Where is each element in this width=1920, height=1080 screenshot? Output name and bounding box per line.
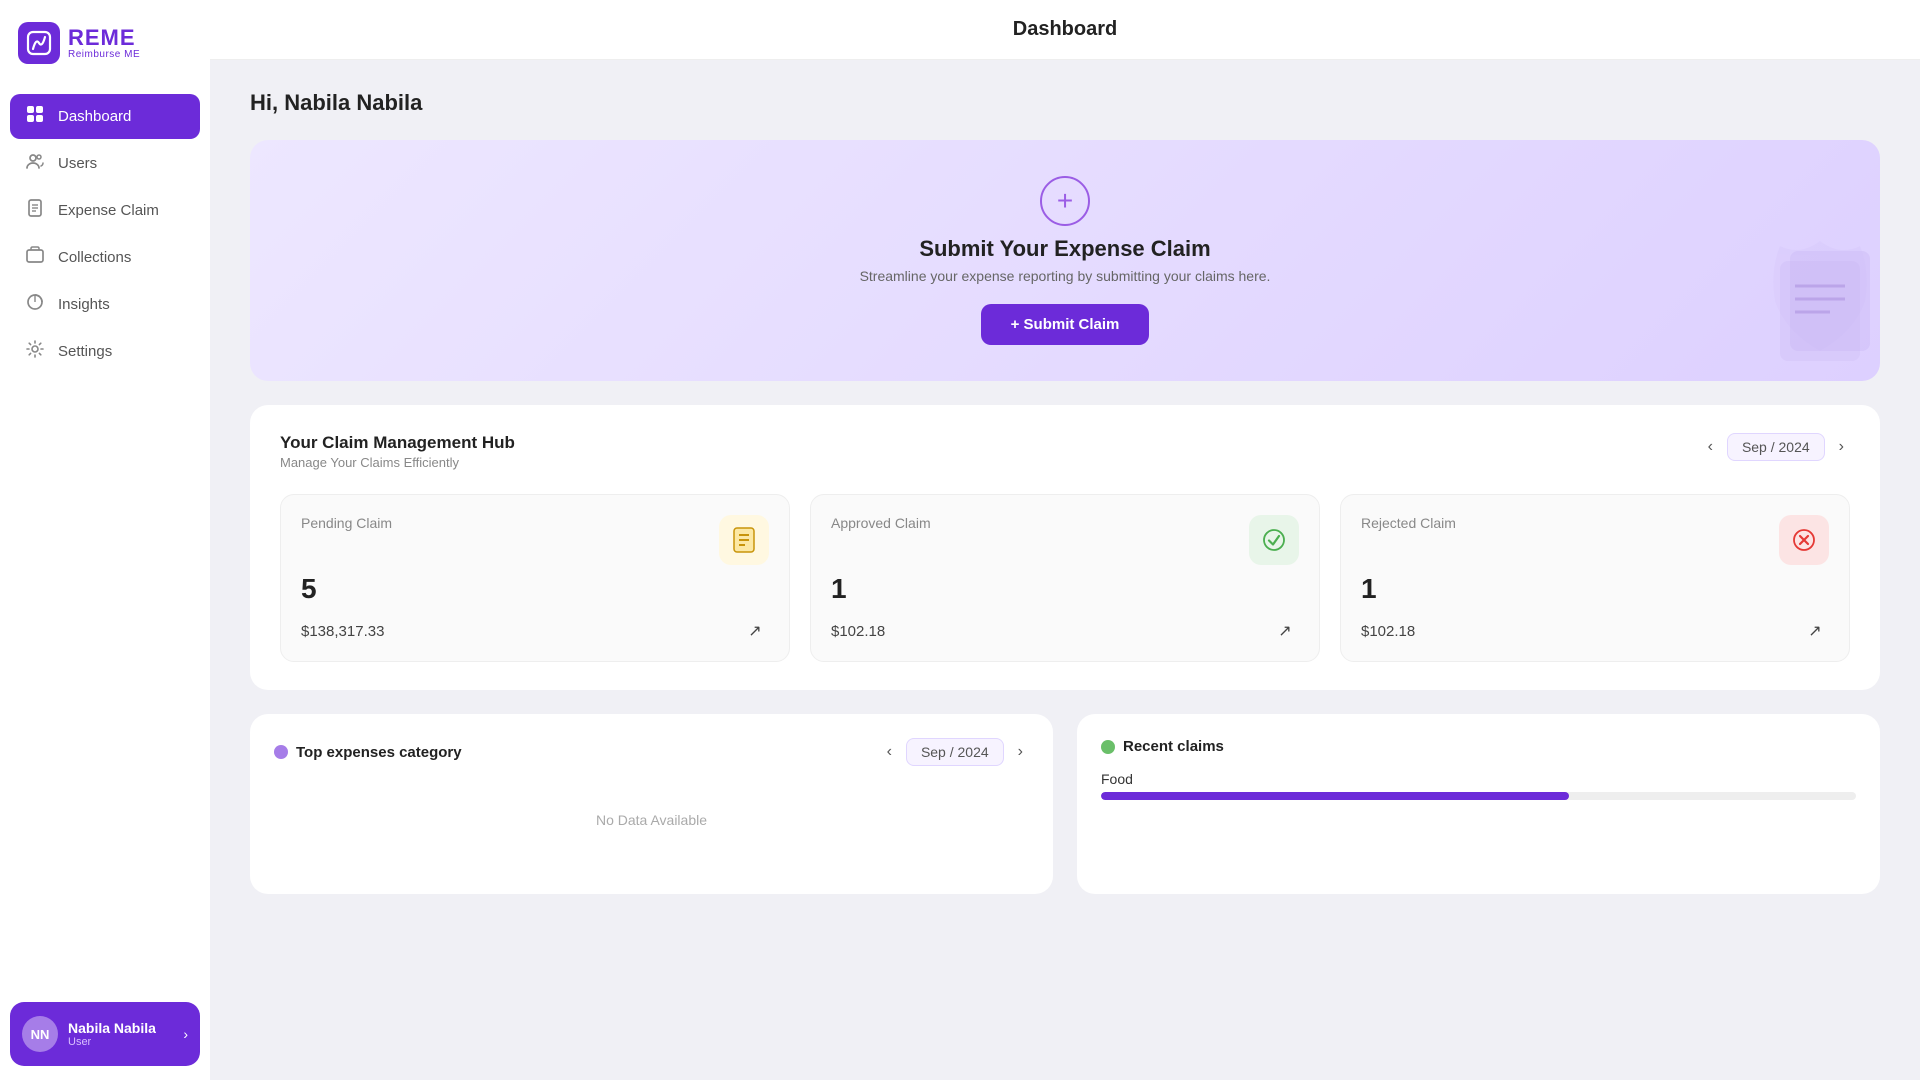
- expenses-prev-month-button[interactable]: ‹: [881, 739, 898, 765]
- pending-arrow-icon[interactable]: ↗: [741, 617, 769, 645]
- claim-hub-header: Your Claim Management Hub Manage Your Cl…: [280, 433, 1850, 470]
- top-expenses-card: Top expenses category ‹ Sep / 2024 › No …: [250, 714, 1053, 894]
- sidebar-item-collections[interactable]: Collections: [10, 235, 200, 280]
- approved-count: 1: [831, 573, 1299, 605]
- sidebar-item-users[interactable]: Users: [10, 141, 200, 186]
- recent-dot-icon: [1101, 740, 1115, 754]
- dashboard-icon: [24, 105, 46, 128]
- rejected-amount: $102.18: [1361, 623, 1415, 640]
- submit-claim-button[interactable]: + Submit Claim: [981, 304, 1150, 345]
- recent-claims-card: Recent claims Food: [1077, 714, 1880, 894]
- sidebar-label-users: Users: [58, 155, 97, 172]
- rejected-claim-card: Rejected Claim 1 $102.18 ↗: [1340, 494, 1850, 662]
- greeting: Hi, Nabila Nabila: [250, 90, 1880, 116]
- submit-claim-banner: + Submit Your Expense Claim Streamline y…: [250, 140, 1880, 381]
- banner-subtitle: Streamline your expense reporting by sub…: [860, 268, 1271, 284]
- sidebar-footer: NN Nabila Nabila User ›: [0, 988, 210, 1080]
- expenses-card-header: Top expenses category ‹ Sep / 2024 ›: [274, 738, 1029, 766]
- pending-claim-card: Pending Claim 5: [280, 494, 790, 662]
- rejected-label: Rejected Claim: [1361, 515, 1456, 531]
- sidebar-item-settings[interactable]: Settings: [10, 329, 200, 374]
- expenses-month-nav: ‹ Sep / 2024 ›: [881, 738, 1029, 766]
- expenses-title-row: Top expenses category: [274, 744, 462, 761]
- recent-bar-track: [1101, 792, 1856, 800]
- expenses-month-label: Sep / 2024: [906, 738, 1004, 766]
- pending-label: Pending Claim: [301, 515, 392, 531]
- pending-count: 5: [301, 573, 769, 605]
- sidebar-label-settings: Settings: [58, 343, 112, 360]
- banner-title: Submit Your Expense Claim: [919, 236, 1210, 262]
- month-label: Sep / 2024: [1727, 433, 1825, 461]
- bottom-row: Top expenses category ‹ Sep / 2024 › No …: [250, 714, 1880, 894]
- claim-hub-subtitle: Manage Your Claims Efficiently: [280, 455, 515, 470]
- logo-icon: [18, 22, 60, 64]
- rejected-arrow-icon[interactable]: ↗: [1801, 617, 1829, 645]
- user-expand-icon: ›: [183, 1026, 188, 1042]
- sidebar-item-expense-claim[interactable]: Expense Claim: [10, 188, 200, 233]
- pending-icon: [719, 515, 769, 565]
- approved-claim-card: Approved Claim 1 $102.18 ↗: [810, 494, 1320, 662]
- approved-label: Approved Claim: [831, 515, 931, 531]
- page-title: Dashboard: [1013, 18, 1117, 40]
- claim-hub-titles: Your Claim Management Hub Manage Your Cl…: [280, 433, 515, 470]
- collections-icon: [24, 246, 46, 269]
- recent-card-header: Recent claims: [1101, 738, 1856, 755]
- month-navigator: ‹ Sep / 2024 ›: [1702, 433, 1850, 461]
- pending-card-top: Pending Claim: [301, 515, 769, 565]
- user-name: Nabila Nabila: [68, 1020, 173, 1037]
- user-role: User: [68, 1036, 173, 1048]
- pending-card-bottom: $138,317.33 ↗: [301, 617, 769, 645]
- sidebar-label-expense-claim: Expense Claim: [58, 202, 159, 219]
- expense-claim-icon: [24, 199, 46, 222]
- main-content: Dashboard Hi, Nabila Nabila + Submit You…: [210, 0, 1920, 1080]
- approved-arrow-icon[interactable]: ↗: [1271, 617, 1299, 645]
- rejected-card-bottom: $102.18 ↗: [1361, 617, 1829, 645]
- avatar: NN: [22, 1016, 58, 1052]
- plus-circle-icon: +: [1040, 176, 1090, 226]
- approved-amount: $102.18: [831, 623, 885, 640]
- expenses-title: Top expenses category: [296, 744, 462, 761]
- claim-hub-title: Your Claim Management Hub: [280, 433, 515, 453]
- recent-claim-item: Food: [1101, 771, 1856, 800]
- logo-area: REME Reimburse ME: [0, 0, 210, 82]
- insights-icon: [24, 293, 46, 316]
- recent-title: Recent claims: [1123, 738, 1224, 755]
- recent-claim-label: Food: [1101, 771, 1856, 787]
- pending-amount: $138,317.33: [301, 623, 384, 640]
- approved-card-top: Approved Claim: [831, 515, 1299, 565]
- rejected-icon: [1779, 515, 1829, 565]
- logo-text: REME Reimburse ME: [68, 27, 140, 60]
- sidebar-nav: Dashboard Users: [0, 82, 210, 988]
- approved-card-bottom: $102.18 ↗: [831, 617, 1299, 645]
- sidebar-item-dashboard[interactable]: Dashboard: [10, 94, 200, 139]
- sidebar-label-insights: Insights: [58, 296, 110, 313]
- prev-month-button[interactable]: ‹: [1702, 434, 1719, 460]
- topbar: Dashboard: [210, 0, 1920, 60]
- user-card[interactable]: NN Nabila Nabila User ›: [10, 1002, 200, 1066]
- expenses-dot-icon: [274, 745, 288, 759]
- sidebar-label-dashboard: Dashboard: [58, 108, 131, 125]
- recent-bar-fill: [1101, 792, 1569, 800]
- next-month-button[interactable]: ›: [1833, 434, 1850, 460]
- rejected-card-top: Rejected Claim: [1361, 515, 1829, 565]
- content-area: Hi, Nabila Nabila + Submit Your Expense …: [210, 60, 1920, 924]
- sidebar-item-insights[interactable]: Insights: [10, 282, 200, 327]
- sidebar: REME Reimburse ME Dashboard: [0, 0, 210, 1080]
- approved-icon: [1249, 515, 1299, 565]
- logo-sub: Reimburse ME: [68, 49, 140, 60]
- banner-decoration: [1760, 241, 1880, 381]
- settings-icon: [24, 340, 46, 363]
- rejected-count: 1: [1361, 573, 1829, 605]
- claim-management-hub: Your Claim Management Hub Manage Your Cl…: [250, 405, 1880, 690]
- logo-title: REME: [68, 27, 140, 49]
- no-data-message: No Data Available: [274, 782, 1029, 858]
- user-info: Nabila Nabila User: [68, 1020, 173, 1049]
- users-icon: [24, 152, 46, 175]
- claim-cards: Pending Claim 5: [280, 494, 1850, 662]
- recent-title-row: Recent claims: [1101, 738, 1224, 755]
- expenses-next-month-button[interactable]: ›: [1012, 739, 1029, 765]
- sidebar-label-collections: Collections: [58, 249, 131, 266]
